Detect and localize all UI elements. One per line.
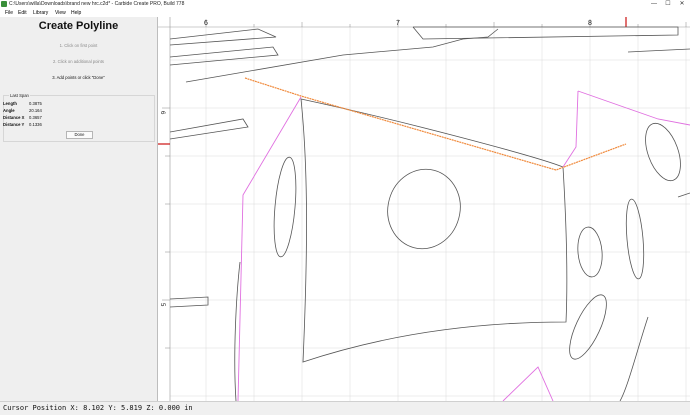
- selected-right-edge: [562, 90, 579, 168]
- menu-library[interactable]: Library: [33, 9, 48, 17]
- close-button[interactable]: ✕: [676, 0, 688, 9]
- angle-label: Angle: [3, 108, 15, 113]
- step-1-text: 1. Click on first point: [59, 43, 98, 48]
- vector-oval-far-right: [625, 198, 645, 280]
- length-row: Length 0.3875: [3, 101, 42, 106]
- distance-y-row: Distance Y 0.1336: [3, 122, 42, 127]
- vector-oval-edge: [645, 122, 681, 182]
- vector-strip-top-left: [169, 28, 277, 46]
- vector-oval-left: [273, 156, 297, 258]
- step-3-text: 3. Add points or click "Done": [52, 75, 105, 80]
- vector-line-right: [627, 48, 690, 53]
- distance-y-value: 0.1336: [29, 122, 42, 127]
- status-bar: Cursor Position X: 8.102 Y: 5.819 Z: 0.0…: [0, 401, 690, 415]
- cursor-position-text: Cursor Position X: 8.102 Y: 5.819 Z: 0.0…: [3, 404, 193, 412]
- done-button[interactable]: Done: [66, 131, 93, 139]
- distance-x-value: 0.3657: [29, 115, 42, 120]
- menu-view[interactable]: View: [55, 9, 66, 17]
- distance-y-label: Distance Y: [3, 122, 25, 127]
- vector-shapes[interactable]: [169, 26, 690, 402]
- angle-row: Angle 20.164: [3, 108, 42, 113]
- vector-line-upper: [185, 28, 499, 83]
- menu-bar: File Edit Library View Help: [0, 9, 690, 17]
- menu-help[interactable]: Help: [71, 9, 81, 17]
- last-span-title: Last Span: [9, 93, 30, 98]
- app-icon: [1, 1, 7, 7]
- vector-strip-left: [169, 46, 279, 66]
- vector-strip-lower-left: [169, 118, 249, 140]
- selected-left-edge: [237, 96, 302, 402]
- vector-oval-right-lower: [569, 294, 607, 360]
- minimize-button[interactable]: —: [648, 0, 660, 9]
- ruler-x-label-6: 6: [204, 20, 208, 27]
- design-canvas[interactable]: 6 7 8 6 5: [158, 17, 690, 402]
- panel-title: Create Polyline: [38, 20, 119, 32]
- ruler-x-label-8: 8: [588, 20, 592, 27]
- selected-paths[interactable]: [237, 90, 690, 402]
- distance-x-label: Distance X: [3, 115, 25, 120]
- tool-panel: Create Polyline 1. Click on first point …: [0, 17, 158, 401]
- angle-value: 20.164: [29, 108, 42, 113]
- vector-oval-center: [387, 168, 461, 250]
- vertical-ruler: [158, 17, 170, 401]
- title-bar: C:\Users\willa\Downloads\brand new hrc.c…: [0, 0, 690, 9]
- window-title: C:\Users\willa\Downloads\brand new hrc.c…: [9, 1, 185, 7]
- horizontal-ruler: [158, 17, 690, 27]
- ruler-x-label-7: 7: [396, 20, 400, 27]
- vector-strip-bottom-left: [169, 296, 209, 308]
- menu-file[interactable]: File: [5, 9, 13, 17]
- vector-tilted-square: [300, 98, 568, 363]
- grid: [170, 27, 690, 401]
- length-value: 0.3875: [29, 101, 42, 106]
- distance-x-row: Distance X 0.3657: [3, 115, 42, 120]
- step-2-text: 2. Click on additional points: [53, 59, 104, 64]
- menu-edit[interactable]: Edit: [18, 9, 27, 17]
- length-label: Length: [3, 101, 17, 106]
- maximize-button[interactable]: ☐: [662, 0, 674, 9]
- vector-edge-stub: [677, 192, 690, 198]
- vector-curve-bottom-right: [619, 316, 649, 402]
- vector-curve-bottom: [234, 261, 241, 402]
- canvas-drawing[interactable]: 6 7 8 6 5: [158, 17, 690, 402]
